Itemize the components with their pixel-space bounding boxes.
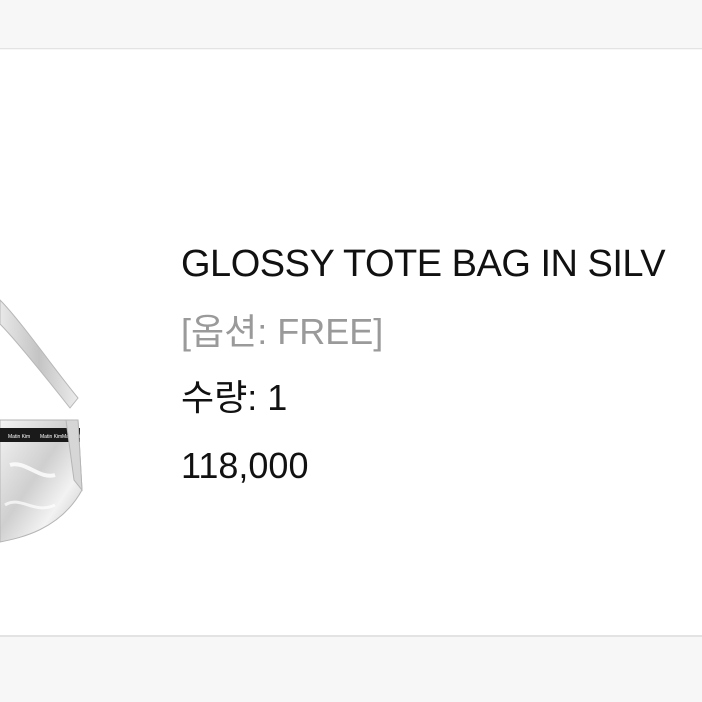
- bottom-divider-band: [0, 637, 702, 702]
- product-price: 118,000: [181, 445, 309, 486]
- product-option: [옵션: FREE]: [181, 311, 384, 352]
- product-info: GLOSSY TOTE BAG IN SILV [옵션: FREE] 수량: 1…: [181, 240, 702, 488]
- product-name[interactable]: GLOSSY TOTE BAG IN SILV: [181, 240, 702, 288]
- silver-tote-bag-icon: Matin Kim Matin Kim Matin Kim: [0, 299, 84, 543]
- order-item-card[interactable]: Matin Kim Matin Kim Matin Kim GLOSSY TOT…: [0, 50, 702, 637]
- product-quantity: 수량: 1: [181, 377, 288, 418]
- product-thumbnail[interactable]: Matin Kim Matin Kim Matin Kim: [0, 280, 110, 550]
- top-divider-band: [0, 0, 702, 49]
- svg-text:Matin Kim: Matin Kim: [8, 434, 30, 440]
- svg-text:Matin Kim: Matin Kim: [40, 434, 62, 440]
